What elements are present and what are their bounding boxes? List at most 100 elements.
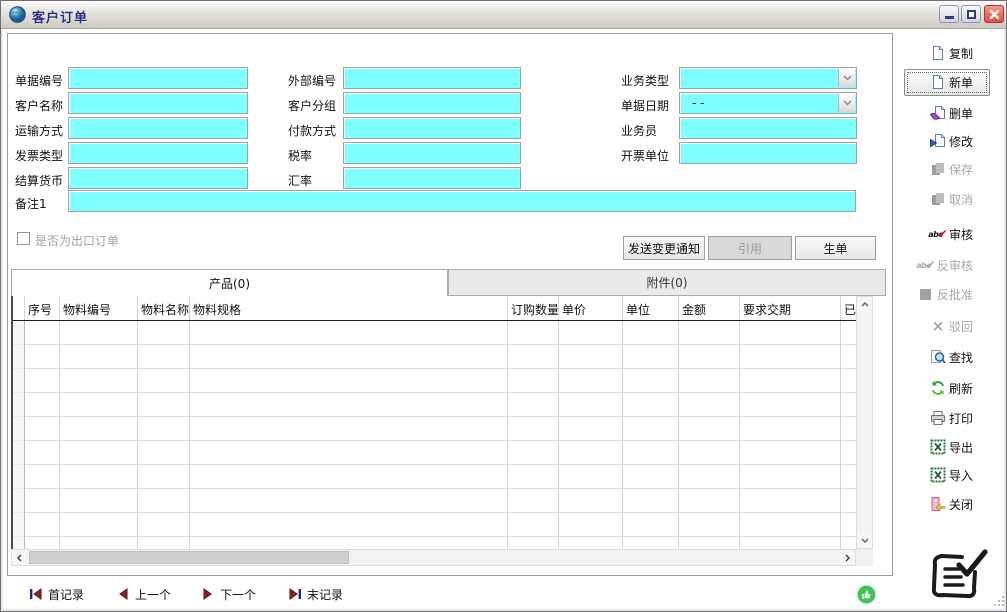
sidebar-button-save[interactable]: 保存 bbox=[894, 157, 1006, 181]
scroll-down-button[interactable] bbox=[857, 533, 872, 548]
doc-date-select[interactable]: - - bbox=[679, 92, 857, 114]
tax-rate-input[interactable] bbox=[343, 142, 521, 164]
sidebar-button-delete[interactable]: 删单 bbox=[894, 101, 1006, 125]
sidebar-button-print[interactable]: 打印 bbox=[894, 406, 1006, 430]
business-type-select[interactable] bbox=[679, 67, 857, 89]
billing-unit-label: 开票单位 bbox=[621, 147, 669, 164]
last-record-button[interactable]: 末记录 bbox=[288, 584, 343, 604]
business-type-dropdown-button[interactable] bbox=[838, 69, 855, 87]
sidebar-button-search[interactable]: 查找 bbox=[894, 345, 1006, 369]
col-unit-price[interactable]: 单价 bbox=[559, 296, 623, 320]
col-material-no[interactable]: 物料编号 bbox=[60, 296, 138, 320]
new-doc-icon bbox=[930, 74, 946, 90]
title-bar[interactable]: 客户订单 bbox=[1, 1, 1007, 29]
invoice-type-input[interactable] bbox=[68, 142, 248, 164]
sidebar-button-export[interactable]: 导出 bbox=[894, 435, 1006, 459]
thumbs-up-status-icon bbox=[857, 585, 876, 604]
col-unit[interactable]: 单位 bbox=[623, 296, 679, 320]
doc-date-dropdown-button[interactable] bbox=[838, 94, 855, 112]
export-order-checkbox-label: 是否为出口订单 bbox=[35, 232, 119, 249]
scroll-left-button[interactable] bbox=[12, 550, 27, 565]
horizontal-scroll-thumb[interactable] bbox=[29, 551, 349, 564]
sidebar-button-audit[interactable]: abc✔ 审核 bbox=[894, 222, 1006, 246]
reference-button[interactable]: 引用 bbox=[708, 236, 792, 260]
record-nav-label: 上一个 bbox=[135, 586, 171, 603]
salesperson-input[interactable] bbox=[679, 117, 857, 139]
sidebar-button-cancel[interactable]: 取消 bbox=[894, 187, 1006, 211]
scroll-up-button[interactable] bbox=[857, 297, 872, 312]
table-body[interactable] bbox=[13, 321, 856, 549]
invoice-type-label: 发票类型 bbox=[15, 147, 63, 164]
close-button[interactable] bbox=[984, 5, 1004, 23]
table-vertical-scrollbar[interactable] bbox=[856, 296, 873, 549]
sidebar-button-copy[interactable]: 复制 bbox=[894, 41, 1006, 65]
sidebar-button-unaudit[interactable]: abc✔ 反审核 bbox=[894, 253, 1006, 277]
customer-group-label: 客户分组 bbox=[288, 97, 336, 114]
sidebar-button-edit[interactable]: 修改 bbox=[894, 129, 1006, 153]
maximize-icon bbox=[967, 10, 976, 19]
generate-order-button[interactable]: 生单 bbox=[795, 236, 876, 260]
col-material-name[interactable]: 物料名称 bbox=[138, 296, 190, 320]
transport-method-input[interactable] bbox=[68, 117, 248, 139]
minimize-button[interactable] bbox=[939, 5, 959, 23]
first-record-button[interactable]: 首记录 bbox=[29, 584, 84, 604]
exchange-rate-label: 汇率 bbox=[288, 172, 312, 189]
col-order-qty[interactable]: 订购数量 bbox=[508, 296, 559, 320]
table-horizontal-scrollbar[interactable] bbox=[11, 549, 856, 566]
settlement-currency-input[interactable] bbox=[68, 167, 248, 189]
row-selector-column[interactable] bbox=[13, 321, 25, 549]
settlement-currency-label: 结算货币 bbox=[15, 172, 63, 189]
cancel-icon bbox=[930, 191, 946, 207]
billing-unit-input[interactable] bbox=[679, 142, 857, 164]
customer-group-input[interactable] bbox=[343, 92, 521, 114]
sidebar-button-label: 新单 bbox=[949, 74, 973, 91]
previous-record-button[interactable]: 上一个 bbox=[116, 584, 171, 604]
doc-date-label: 单据日期 bbox=[621, 97, 669, 114]
payment-method-input[interactable] bbox=[343, 117, 521, 139]
sidebar-button-label: 导出 bbox=[949, 439, 973, 456]
external-no-input[interactable] bbox=[343, 67, 521, 89]
app-globe-icon bbox=[9, 6, 26, 23]
next-record-button[interactable]: 下一个 bbox=[201, 584, 256, 604]
col-amount[interactable]: 金额 bbox=[679, 296, 740, 320]
next-record-icon bbox=[201, 587, 215, 601]
copy-icon bbox=[930, 45, 946, 61]
tab-products[interactable]: 产品(0) bbox=[11, 269, 448, 296]
exchange-rate-input[interactable] bbox=[343, 167, 521, 189]
sidebar-button-refresh[interactable]: 刷新 bbox=[894, 376, 1006, 400]
sidebar-button-import[interactable]: 导入 bbox=[894, 463, 1006, 487]
col-material-spec[interactable]: 物料规格 bbox=[190, 296, 508, 320]
col-required-date[interactable]: 要求交期 bbox=[740, 296, 841, 320]
record-nav-label: 首记录 bbox=[48, 586, 84, 603]
sidebar-button-label: 保存 bbox=[949, 161, 973, 178]
export-order-checkbox[interactable] bbox=[17, 232, 30, 245]
sidebar-button-label: 关闭 bbox=[949, 496, 973, 513]
first-record-icon bbox=[29, 587, 43, 601]
product-table[interactable]: 序号 物料编号 物料名称 物料规格 订购数量 单价 单位 金额 要求交期 已 bbox=[11, 296, 856, 549]
sidebar-button-unapprove[interactable]: 反批准 bbox=[894, 282, 1006, 306]
sidebar-button-label: 查找 bbox=[949, 349, 973, 366]
sidebar-button-new[interactable]: 新单 bbox=[894, 70, 1006, 94]
sidebar-button-label: 删单 bbox=[949, 105, 973, 122]
col-seq[interactable]: 序号 bbox=[25, 296, 60, 320]
import-excel-icon bbox=[930, 467, 946, 483]
doc-no-input[interactable] bbox=[68, 67, 248, 89]
customer-name-input[interactable] bbox=[68, 92, 248, 114]
remark1-input[interactable] bbox=[68, 190, 856, 212]
tab-attachments[interactable]: 附件(0) bbox=[448, 269, 886, 296]
send-change-notice-button[interactable]: 发送变更通知 bbox=[623, 236, 705, 260]
previous-record-icon bbox=[116, 587, 130, 601]
sidebar-button-reject[interactable]: × 驳回 bbox=[894, 314, 1006, 338]
last-record-icon bbox=[288, 587, 302, 601]
maximize-button[interactable] bbox=[961, 5, 981, 23]
sidebar-button-label: 反批准 bbox=[937, 286, 973, 303]
sidebar-button-close[interactable]: 关闭 bbox=[894, 492, 1006, 516]
scroll-right-button[interactable] bbox=[840, 550, 855, 565]
delete-doc-icon bbox=[930, 105, 946, 121]
salesperson-label: 业务员 bbox=[621, 122, 657, 139]
window-title: 客户订单 bbox=[32, 7, 88, 26]
resize-grip[interactable] bbox=[994, 596, 1005, 607]
print-icon bbox=[930, 410, 946, 426]
sidebar-button-label: 导入 bbox=[949, 467, 973, 484]
business-type-label: 业务类型 bbox=[621, 72, 669, 89]
